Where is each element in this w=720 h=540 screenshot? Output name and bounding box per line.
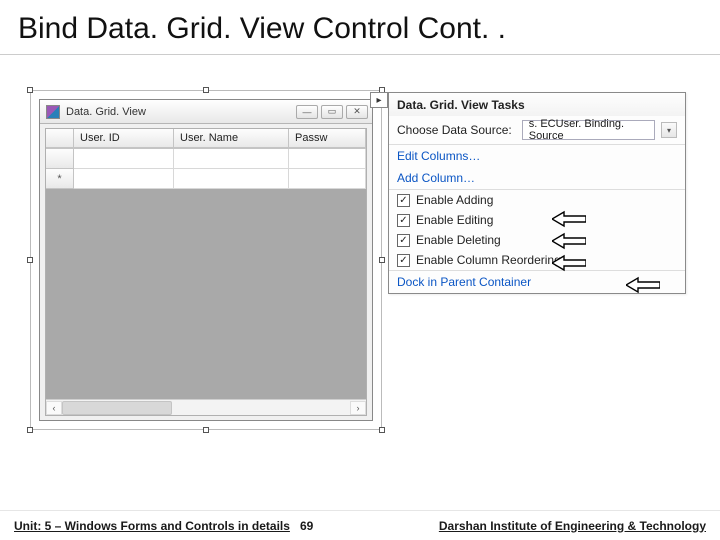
- slide-footer: Unit: 5 – Windows Forms and Controls in …: [0, 510, 720, 540]
- data-source-label: Choose Data Source:: [397, 123, 512, 137]
- checkbox-enable-deleting[interactable]: ✓: [397, 234, 410, 247]
- cell[interactable]: [74, 169, 174, 189]
- app-icon: [46, 105, 60, 119]
- column-header[interactable]: User. ID: [74, 129, 174, 148]
- cell[interactable]: [174, 149, 289, 169]
- table-row[interactable]: [46, 149, 366, 169]
- column-header[interactable]: Passw: [289, 129, 366, 148]
- cell[interactable]: [289, 149, 366, 169]
- titlebar[interactable]: Data. Grid. View — ▭ ✕: [40, 100, 372, 124]
- checkbox-label: Enable Adding: [416, 193, 493, 207]
- close-button[interactable]: ✕: [346, 105, 368, 119]
- row-header-corner[interactable]: [46, 129, 74, 148]
- datagridview[interactable]: User. ID User. Name Passw * ‹: [45, 128, 367, 416]
- scroll-right-button[interactable]: ›: [350, 401, 366, 415]
- checkbox-enable-editing[interactable]: ✓: [397, 214, 410, 227]
- new-row-glyph: *: [46, 169, 74, 189]
- resize-handle[interactable]: [203, 87, 209, 93]
- row-header[interactable]: [46, 149, 74, 169]
- scroll-left-button[interactable]: ‹: [46, 401, 62, 415]
- arrow-left-icon: [552, 232, 586, 250]
- add-column-link[interactable]: Add Column…: [397, 171, 475, 185]
- resize-handle[interactable]: [379, 257, 385, 263]
- smart-tag-glyph[interactable]: ▸: [370, 92, 388, 108]
- checkbox-enable-adding[interactable]: ✓: [397, 194, 410, 207]
- footer-institute: Darshan Institute of Engineering & Techn…: [439, 519, 706, 533]
- arrow-left-icon: [626, 276, 660, 294]
- data-source-combo[interactable]: s. ECUser. Binding. Source: [522, 120, 655, 140]
- edit-columns-link[interactable]: Edit Columns…: [397, 149, 480, 163]
- data-source-value: s. ECUser. Binding. Source: [529, 118, 652, 142]
- designer-selection[interactable]: Data. Grid. View — ▭ ✕ User. ID User. Na…: [30, 90, 382, 430]
- checkbox-label: Enable Deleting: [416, 233, 501, 247]
- choose-data-source-row: Choose Data Source: s. ECUser. Binding. …: [389, 116, 685, 144]
- chevron-down-icon[interactable]: ▾: [661, 122, 677, 138]
- resize-handle[interactable]: [27, 427, 33, 433]
- column-header[interactable]: User. Name: [174, 129, 289, 148]
- footer-unit: Unit: 5 – Windows Forms and Controls in …: [14, 519, 290, 533]
- resize-handle[interactable]: [379, 427, 385, 433]
- resize-handle[interactable]: [27, 257, 33, 263]
- dock-link[interactable]: Dock in Parent Container: [397, 275, 531, 289]
- slide-title: Bind Data. Grid. View Control Cont. .: [0, 0, 720, 55]
- checkbox-enable-col-reorder[interactable]: ✓: [397, 254, 410, 267]
- footer-page-number: 69: [300, 519, 313, 533]
- window-title: Data. Grid. View: [66, 106, 146, 118]
- checkbox-label: Enable Editing: [416, 213, 493, 227]
- minimize-button[interactable]: —: [296, 105, 318, 119]
- maximize-button[interactable]: ▭: [321, 105, 343, 119]
- scroll-track[interactable]: [62, 401, 350, 415]
- form-window: Data. Grid. View — ▭ ✕ User. ID User. Na…: [39, 99, 373, 421]
- scroll-thumb[interactable]: [62, 401, 172, 415]
- column-header-row: User. ID User. Name Passw: [46, 129, 366, 149]
- resize-handle[interactable]: [203, 427, 209, 433]
- cell[interactable]: [174, 169, 289, 189]
- tasks-title: Data. Grid. View Tasks: [389, 93, 685, 116]
- new-row[interactable]: *: [46, 169, 366, 189]
- arrow-left-icon: [552, 254, 586, 272]
- horizontal-scrollbar[interactable]: ‹ ›: [46, 399, 366, 415]
- checkbox-label: Enable Column Reordering: [416, 253, 561, 267]
- grid-empty-area: [46, 189, 366, 399]
- tasks-panel: Data. Grid. View Tasks Choose Data Sourc…: [388, 92, 686, 294]
- resize-handle[interactable]: [27, 87, 33, 93]
- cell[interactable]: [74, 149, 174, 169]
- arrow-left-icon: [552, 210, 586, 228]
- cell[interactable]: [289, 169, 366, 189]
